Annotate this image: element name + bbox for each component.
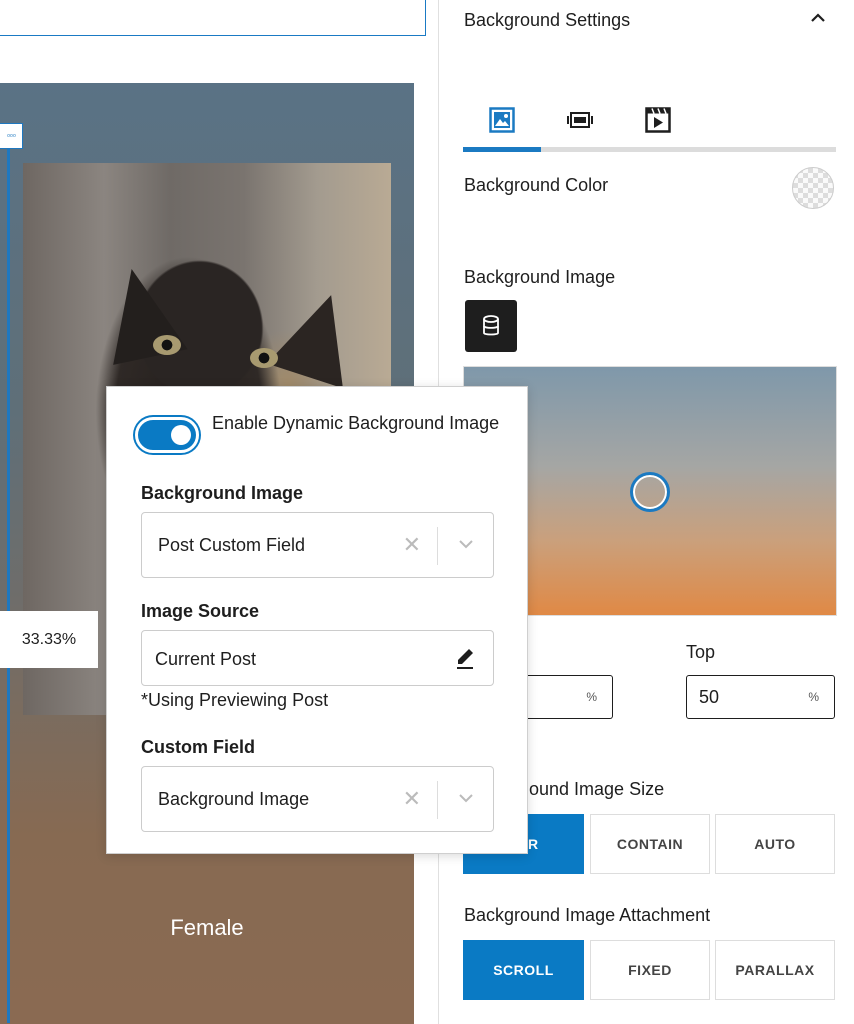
custom-field-select[interactable]: Background Image ✕ [141,766,494,832]
custom-field-value: Background Image [158,789,310,809]
custom-field-label: Custom Field [141,737,256,757]
focal-top-label: Top [686,642,716,662]
video-icon [645,107,671,133]
column-resize-handle[interactable]: ◦◦◦ [0,123,23,149]
database-icon [483,315,499,336]
cat-ear-right [266,282,370,389]
tab-video[interactable] [619,92,697,148]
attachment-option-scroll[interactable]: SCROLL [463,940,584,1000]
toggle-knob [171,425,191,445]
tab-image[interactable] [463,92,541,148]
background-color-swatch[interactable] [792,167,834,209]
tab-slideshow[interactable] [541,92,619,148]
dynamic-image-toggle[interactable] [135,417,199,453]
image-attachment-label: Background Image Attachment [464,905,711,925]
background-image-label: Background Image [464,267,616,287]
panel-title: Background Settings [464,10,631,30]
column-width-badge: 33.33% [0,611,98,668]
slides-icon [567,112,593,128]
background-color-label: Background Color [464,175,609,195]
size-option-contain[interactable]: CONTAIN [590,814,710,874]
dynamic-image-toggle-label: Enable Dynamic Background Image [212,413,500,433]
chevron-up-icon[interactable] [808,8,828,28]
image-icon [489,107,515,133]
focal-left-unit: % [586,690,597,704]
tab-active-indicator [463,147,541,152]
popover-bg-image-label: Background Image [141,483,304,503]
bg-image-source-value: Post Custom Field [158,535,306,555]
block-input-field[interactable] [0,0,426,36]
select-separator [437,781,438,819]
cat-eye-right [250,348,278,368]
select-separator [437,527,438,565]
image-source-label: Image Source [141,601,260,621]
pencil-icon[interactable] [455,646,475,670]
clear-icon[interactable]: ✕ [403,532,421,558]
focal-top-input[interactable]: 50 % [686,675,835,719]
image-source-note: *Using Previewing Post [141,690,329,710]
focal-top-unit: % [808,690,819,704]
image-source-value: Current Post [155,649,257,669]
canvas-caption: Female [170,915,244,940]
image-size-label: ound Image Size [529,779,665,799]
focal-top-value: 50 [699,687,720,707]
bg-image-source-select[interactable]: Post Custom Field ✕ [141,512,494,578]
image-source-input[interactable]: Current Post [141,630,494,686]
dynamic-content-button[interactable] [465,300,517,352]
size-option-auto[interactable]: AUTO [715,814,835,874]
attachment-option-fixed[interactable]: FIXED [590,940,710,1000]
dynamic-background-popover: Enable Dynamic Background Image Backgrou… [106,386,528,854]
focal-point-handle[interactable] [630,472,670,512]
cat-eye-left [153,335,181,355]
background-type-tabs [463,92,836,154]
chevron-down-icon[interactable] [457,791,475,805]
attachment-option-parallax[interactable]: PARALLAX [715,940,835,1000]
chevron-down-icon[interactable] [457,537,475,551]
clear-icon[interactable]: ✕ [403,786,421,812]
column-guide-line [7,123,10,1023]
